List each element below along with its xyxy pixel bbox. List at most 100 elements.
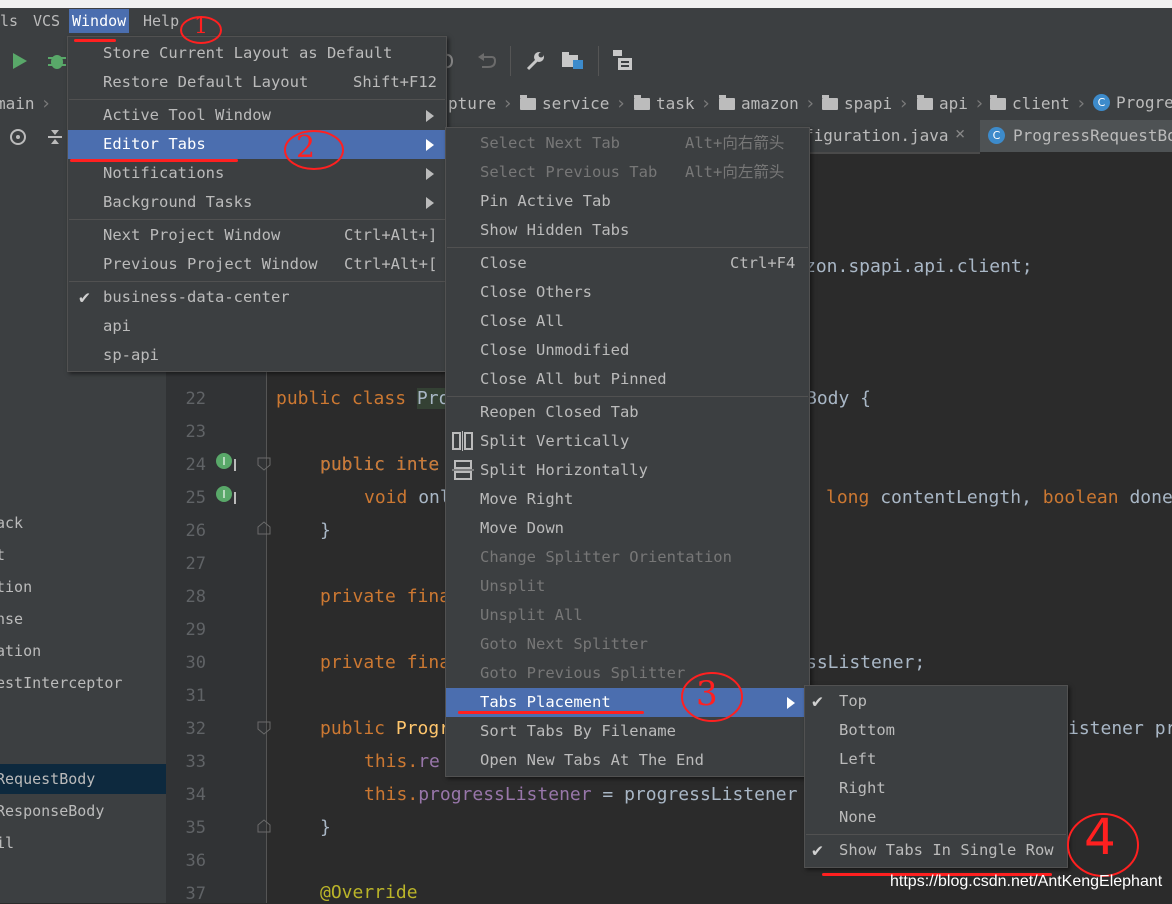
menu-item-show-tabs-single-row[interactable]: ✔ Show Tabs In Single Row [805,836,1067,865]
menu-item-close-all[interactable]: Close All [446,307,809,336]
line-number: 34 [185,785,206,805]
menu-item-select-previous-tab[interactable]: Select Previous Tab Alt+向左箭头 [446,158,809,187]
menu-item-background-tasks[interactable]: Background Tasks [68,188,446,217]
menu-item-reopen-closed-tab[interactable]: Reopen Closed Tab [446,398,809,427]
menu-item-unsplit-all[interactable]: Unsplit All [446,601,809,630]
annotation-underline [74,39,116,42]
line-number: 23 [185,422,206,442]
menu-help[interactable]: Help [143,12,179,30]
breadcrumb-service[interactable]: service › [520,93,626,114]
menu-bar: ls VCS Window Help [0,8,1172,36]
tab-progress-request-body[interactable]: C ProgressRequestBod [980,120,1172,152]
menu-item-close-all-but-pinned[interactable]: Close All but Pinned [446,365,809,394]
menu-item-project-api[interactable]: api [68,312,446,341]
window-menu: Store Current Layout as Default Restore … [67,36,447,372]
project-tree-item[interactable]: il [0,834,14,852]
menu-vcs[interactable]: VCS [33,12,60,30]
menu-item-open-new-tabs-at-end[interactable]: Open New Tabs At The End [446,746,809,775]
project-tree-item[interactable]: estInterceptor [0,674,122,692]
line-number: 37 [185,884,206,904]
menu-item-goto-next-splitter[interactable]: Goto Next Splitter [446,630,809,659]
project-structure-icon[interactable] [561,51,585,71]
breadcrumb-api[interactable]: api › [917,93,985,114]
line-number: 28 [185,587,206,607]
menu-item-change-splitter-orientation[interactable]: Change Splitter Orientation [446,543,809,572]
line-number: 27 [185,554,206,574]
project-tree-item[interactable]: ResponseBody [0,802,104,820]
project-tree-item[interactable]: ack [0,514,23,532]
menu-item-close[interactable]: Close Ctrl+F4 [446,249,809,278]
svg-text:I: I [222,488,225,501]
fold-icon[interactable] [256,818,272,834]
code-line: } [320,817,331,838]
menu-item-move-down[interactable]: Move Down [446,514,809,543]
menu-item-select-next-tab[interactable]: Select Next Tab Alt+向右箭头 [446,129,809,158]
menu-item-active-tool-window[interactable]: Active Tool Window [68,101,446,130]
menu-item-store-layout[interactable]: Store Current Layout as Default [68,39,446,68]
menu-item-placement-right[interactable]: Right [805,774,1067,803]
menu-item-restore-layout[interactable]: Restore Default Layout Shift+F12 [68,68,446,97]
menu-item-split-horizontally[interactable]: Split Horizontally [446,456,809,485]
run-icon[interactable] [10,52,28,70]
menu-item-close-unmodified[interactable]: Close Unmodified [446,336,809,365]
menu-item-editor-tabs[interactable]: Editor Tabs [68,130,446,159]
menu-item-placement-left[interactable]: Left [805,745,1067,774]
menu-item-project-sp-api[interactable]: sp-api [68,341,446,370]
tab-configuration[interactable]: figuration.java × [800,120,980,154]
menu-item-unsplit[interactable]: Unsplit [446,572,809,601]
menu-item-placement-none[interactable]: None [805,803,1067,832]
menu-item-pin-active-tab[interactable]: Pin Active Tab [446,187,809,216]
menu-item-split-vertically[interactable]: Split Vertically [446,427,809,456]
project-tree-item[interactable]: ation [0,642,41,660]
locate-icon[interactable] [9,128,27,146]
collapse-all-icon[interactable] [46,128,64,146]
breadcrumb-spapi[interactable]: spapi › [822,93,909,114]
fold-icon[interactable] [256,456,272,472]
project-tree-item[interactable]: nse [0,610,23,628]
undo-icon[interactable] [476,51,496,71]
breadcrumb-task[interactable]: task › [634,93,711,114]
line-number: 25 [185,488,206,508]
menu-item-placement-top[interactable]: ✔ Top [805,687,1067,716]
close-tab-icon[interactable]: × [955,124,965,144]
breadcrumb-capture[interactable]: pture › [448,93,513,114]
debug-icon[interactable] [46,50,68,72]
menu-item-project-business-data-center[interactable]: ✔ business-data-center [68,283,446,312]
menu-item-placement-bottom[interactable]: Bottom [805,716,1067,745]
checkmark-icon: ✔ [812,840,823,861]
menu-item-previous-project-window[interactable]: Previous Project Window Ctrl+Alt+[ [68,250,446,279]
line-number: 35 [185,818,206,838]
menu-item-next-project-window[interactable]: Next Project Window Ctrl+Alt+] [68,221,446,250]
editor-tabs-submenu: Select Next Tab Alt+向右箭头 Select Previous … [445,127,810,777]
project-tree-item[interactable]: t [0,546,5,564]
implemented-icon[interactable]: I [215,484,239,508]
fold-icon[interactable] [256,520,272,536]
code-line: this.re [364,751,440,772]
menu-tools[interactable]: ls [0,12,18,30]
wrench-icon[interactable] [524,50,546,72]
menu-item-move-right[interactable]: Move Right [446,485,809,514]
code-line: private fina [320,652,451,673]
breadcrumb-main[interactable]: main › [0,93,51,114]
folder-icon [917,94,933,110]
breadcrumb-client[interactable]: client › [990,93,1087,114]
menu-item-sort-tabs-by-filename[interactable]: Sort Tabs By Filename [446,717,809,746]
sdk-icon[interactable] [610,49,636,73]
implemented-icon[interactable]: I [215,451,239,475]
project-tree-item[interactable]: tion [0,578,32,596]
code-line: this.progressListener = progressListener [364,784,798,805]
breadcrumb-class[interactable]: C Progre [1093,93,1172,112]
project-tree-item-selected[interactable]: RequestBody [0,770,95,788]
menu-item-close-others[interactable]: Close Others [446,278,809,307]
line-number: 22 [185,389,206,409]
menu-item-show-hidden-tabs[interactable]: Show Hidden Tabs [446,216,809,245]
annotation-number: 2 [296,130,316,165]
menu-window[interactable]: Window [69,9,130,33]
code-line-keyword: public inte [320,454,440,475]
menu-item-goto-previous-splitter[interactable]: Goto Previous Splitter [446,659,809,688]
menu-item-notifications[interactable]: Notifications [68,159,446,188]
fold-icon[interactable] [256,720,272,736]
code-line: public Progr [320,718,451,739]
breadcrumb-amazon[interactable]: amazon › [719,93,816,114]
annotation-number: 1 [194,14,208,39]
